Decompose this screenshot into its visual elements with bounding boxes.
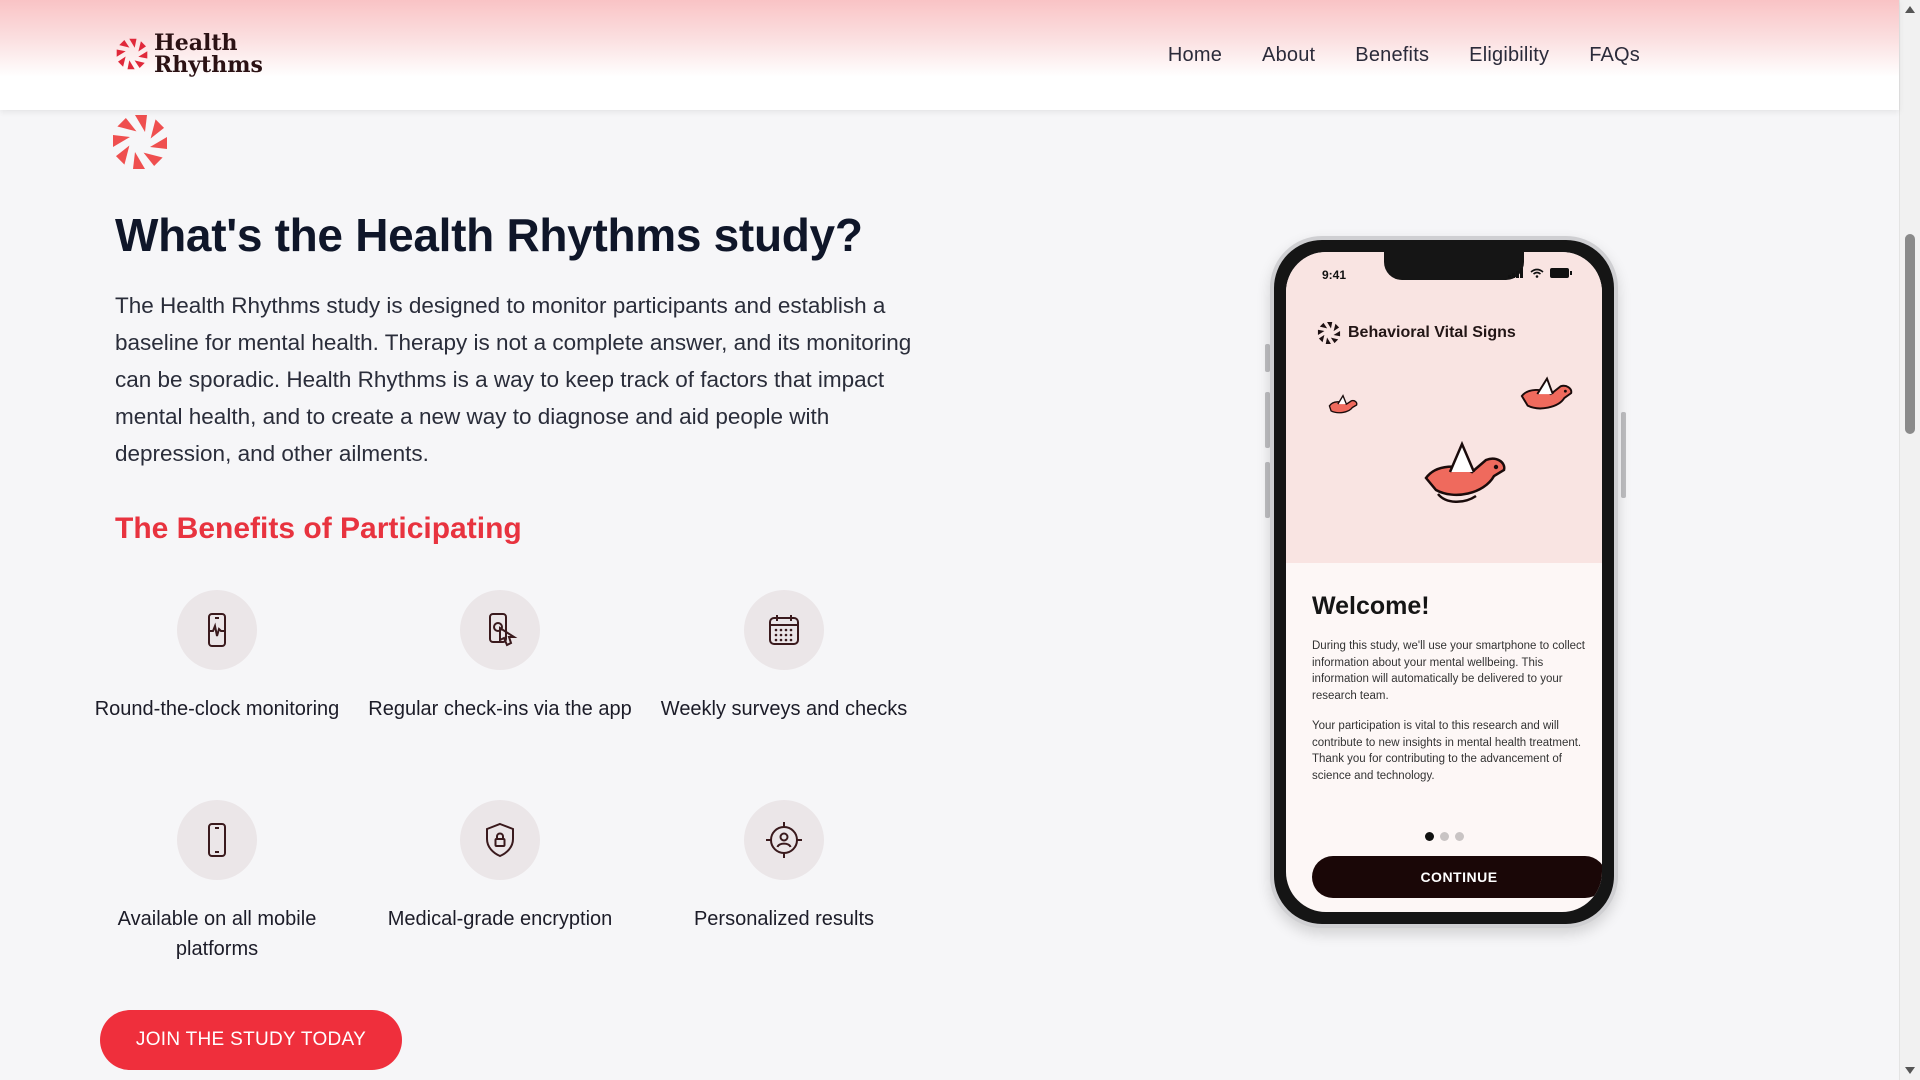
small-bird-icon	[1328, 394, 1358, 414]
page-title: What's the Health Rhythms study?	[115, 209, 863, 261]
main-nav: Home About Benefits Eligibility FAQs	[1168, 44, 1640, 67]
large-bird-icon	[1424, 440, 1506, 503]
battery-icon	[1550, 268, 1572, 278]
pager-dot-active[interactable]	[1424, 832, 1434, 841]
decorative-logo-icon	[113, 115, 167, 169]
join-study-button[interactable]: JOIN THE STUDY TODAY	[100, 1010, 402, 1070]
phone-screen: 9:41 Behavioral Vital Signs Welcome! Dur…	[1286, 252, 1602, 912]
benefit-item: Regular check-ins via the app	[360, 590, 640, 724]
benefit-label: Medical-grade encryption	[387, 908, 613, 930]
brand-line-1: Health	[154, 30, 238, 56]
site-header: Health Rhythms Home About Benefits Eligi…	[0, 0, 1899, 110]
mobile-phone-icon	[208, 823, 226, 857]
benefit-label: Round-the-clock monitoring	[94, 698, 340, 720]
phone-notch	[1384, 252, 1524, 280]
nav-benefits[interactable]: Benefits	[1355, 44, 1429, 67]
pager-dot[interactable]	[1439, 832, 1449, 841]
benefit-item: Available on all mobile platforms	[77, 800, 357, 964]
phone-tap-icon	[489, 613, 518, 647]
study-description: The Health Rhythms study is designed to …	[115, 293, 912, 466]
continue-button[interactable]: CONTINUE	[1312, 856, 1602, 898]
medium-bird-icon	[1520, 376, 1573, 410]
benefits-heading: The Benefits of Participating	[115, 512, 522, 545]
target-person-icon	[766, 822, 802, 858]
phone-side-button	[1621, 412, 1626, 498]
pager-dot[interactable]	[1454, 832, 1464, 841]
health-rhythms-logo-icon	[116, 38, 148, 70]
wifi-icon	[1530, 268, 1544, 278]
brand-wordmark: Health Rhythms	[154, 32, 263, 76]
benefit-icon-circle	[744, 590, 824, 670]
brand-logo[interactable]: Health Rhythms	[114, 32, 263, 76]
page-scrollbar[interactable]	[1899, 0, 1920, 1080]
benefit-icon-circle	[177, 590, 257, 670]
phone-status-icons	[1508, 268, 1572, 278]
app-title: Behavioral Vital Signs	[1348, 324, 1516, 341]
benefit-item: Weekly surveys and checks	[644, 590, 924, 724]
shield-lock-icon	[486, 822, 514, 858]
nav-about[interactable]: About	[1262, 44, 1315, 67]
nav-home[interactable]: Home	[1168, 44, 1222, 67]
scroll-up-arrow-icon[interactable]	[1905, 6, 1915, 13]
signal-icon	[1508, 268, 1523, 278]
benefit-label: Regular check-ins via the app	[368, 698, 632, 720]
pager-dots	[1286, 832, 1602, 841]
phone-mockup: 9:41 Behavioral Vital Signs Welcome! Dur…	[1270, 236, 1618, 928]
benefit-item: Medical-grade encryption	[360, 800, 640, 934]
brand-line-2: Rhythms	[154, 52, 263, 78]
benefit-label: Weekly surveys and checks	[660, 698, 908, 720]
welcome-heading: Welcome!	[1312, 592, 1430, 620]
benefit-icon-circle	[460, 800, 540, 880]
welcome-paragraph-2: Your participation is vital to this rese…	[1312, 720, 1582, 782]
calendar-icon	[769, 615, 799, 645]
scrollbar-thumb[interactable]	[1905, 234, 1915, 434]
welcome-paragraph-1: During this study, we'll use your smartp…	[1312, 640, 1585, 702]
benefit-icon-circle	[177, 800, 257, 880]
app-header: Behavioral Vital Signs	[1316, 320, 1516, 346]
app-logo-icon	[1317, 321, 1341, 345]
phone-time: 9:41	[1322, 268, 1347, 282]
benefit-item: Round-the-clock monitoring	[77, 590, 357, 724]
nav-faqs[interactable]: FAQs	[1589, 44, 1640, 67]
phone-heartbeat-icon	[208, 613, 226, 647]
benefit-label: Personalized results	[693, 908, 875, 930]
benefit-icon-circle	[460, 590, 540, 670]
benefit-item: Personalized results	[644, 800, 924, 934]
benefit-icon-circle	[744, 800, 824, 880]
nav-eligibility[interactable]: Eligibility	[1469, 44, 1549, 67]
benefit-label: Available on all mobile platforms	[117, 908, 317, 960]
scroll-down-arrow-icon[interactable]	[1905, 1067, 1915, 1074]
